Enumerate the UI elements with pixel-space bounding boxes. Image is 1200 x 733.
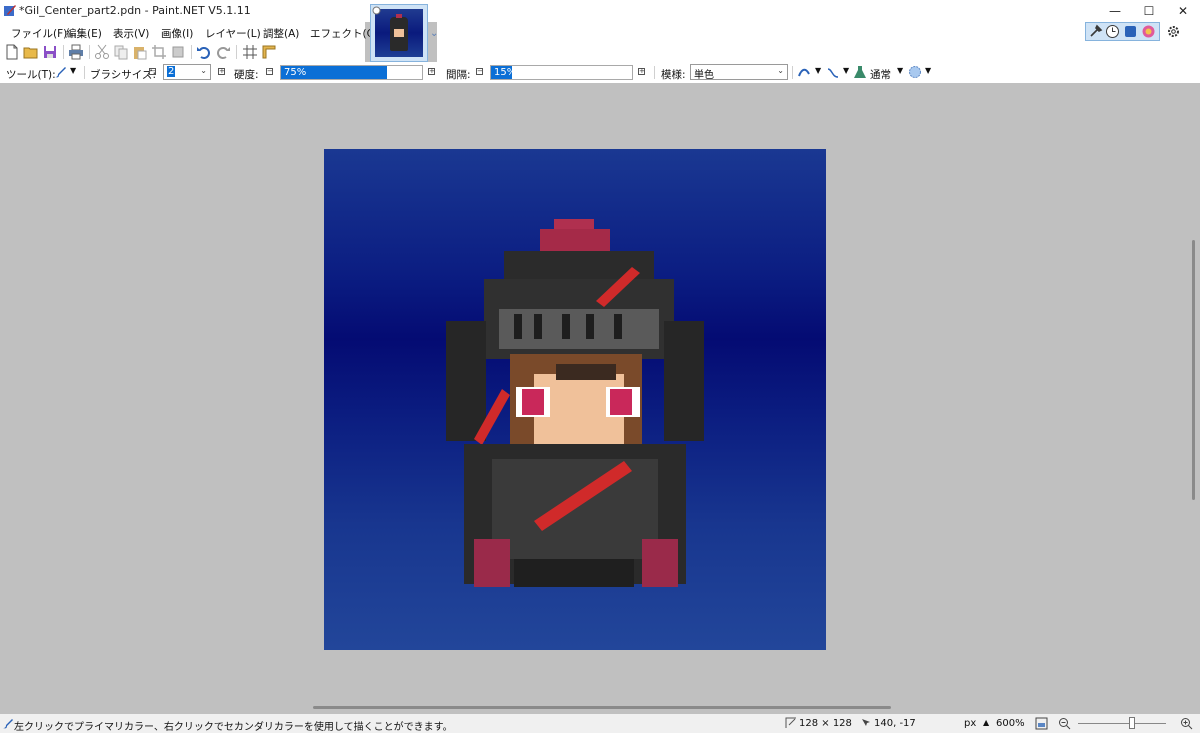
brush-size-combo[interactable]: 2 ⌄ [163,64,211,80]
paintbrush-icon[interactable] [53,65,67,79]
save-icon[interactable] [42,44,58,60]
image-tab-thumbnail[interactable] [370,4,428,62]
hardness-value: 75% [284,67,307,78]
colors-icon[interactable] [1141,24,1156,39]
pattern-combo[interactable]: 単色 ⌄ [690,64,788,81]
brush-size-decrease-icon[interactable]: − [149,68,156,75]
thumbnail-preview [375,9,423,57]
selection-clipping-icon[interactable] [908,65,922,79]
spacing-value: 15% [494,67,517,78]
pattern-value: 単色 [694,70,714,81]
antialiasing-dropdown-arrow-icon[interactable]: ▼ [815,66,821,75]
blend-mode-value[interactable]: 通常 [870,67,891,82]
new-file-icon[interactable] [4,44,20,60]
maximize-button[interactable]: ☐ [1132,0,1166,22]
brush-size-increase-icon[interactable]: + [218,68,225,75]
crop-icon[interactable] [151,44,167,60]
zoom-out-icon[interactable] [1058,717,1071,730]
antialiasing-icon[interactable] [797,65,811,79]
toolbar-separator [89,45,90,59]
zoom-slider-thumb[interactable] [1129,717,1135,729]
menu-edit[interactable]: 編集(E) [66,26,102,41]
grid-icon[interactable] [242,44,258,60]
blend-curve-icon[interactable] [826,65,840,79]
tools-icon[interactable] [1088,24,1103,39]
brush-size-label: ブラシサイズ: [90,69,157,81]
toolbar-separator [63,45,64,59]
image-size-icon [785,717,796,728]
zoom-slider-track[interactable] [1078,723,1166,724]
undo-icon[interactable] [196,44,212,60]
spacing-label: 間隔: [446,69,471,81]
minimize-icon: — [1109,4,1121,18]
ruler-icon[interactable] [261,44,277,60]
minimize-button[interactable]: — [1098,0,1132,22]
main-toolbar [0,42,365,62]
spacing-decrease-icon[interactable]: − [476,68,483,75]
cursor-position: 140, -17 [874,718,916,729]
blend-mode-icon[interactable] [853,65,867,79]
tool-options-bar: ツール(T): ▼ ブラシサイズ: − 2 ⌄ + 硬度: − 75% + 間隔… [0,62,1200,84]
chevron-down-icon: ⌄ [777,66,784,75]
close-button[interactable]: ✕ [1166,0,1200,22]
window-title: *Gil_Center_part2.pdn - Paint.NET V5.1.1… [19,4,251,17]
paste-icon[interactable] [132,44,148,60]
unsaved-indicator-icon [372,6,381,15]
settings-icon[interactable] [1166,24,1181,39]
hardness-label: 硬度: [234,69,259,81]
units-dropdown-icon[interactable]: ▲ [983,718,989,727]
menu-view[interactable]: 表示(V) [113,26,149,41]
title-bar: *Gil_Center_part2.pdn - Paint.NET V5.1.1… [0,0,1200,22]
status-bar: 左クリックでプライマリカラー、右クリックでセカンダリカラーを使用して描くことがで… [0,714,1200,733]
chevron-down-icon: ⌄ [200,66,207,75]
menu-image[interactable]: 画像(I) [161,26,193,41]
open-file-icon[interactable] [23,44,39,60]
toolbar-separator [191,45,192,59]
zoom-in-icon[interactable] [1180,717,1193,730]
paintbrush-status-icon [3,719,13,729]
status-hint: 左クリックでプライマリカラー、右クリックでセカンダリカラーを使用して描くことがで… [14,722,453,733]
hardness-increase-icon[interactable]: + [428,68,435,75]
menu-bar: ファイル(F) 編集(E) 表示(V) 画像(I) レイヤー(L) 調整(A) … [0,22,378,42]
options-separator [654,66,655,79]
cursor-position-icon [862,719,870,726]
resize-icon[interactable] [170,44,186,60]
tool-label: ツール(T): [6,69,56,81]
vertical-scrollbar[interactable] [1192,240,1195,500]
menu-adjustments[interactable]: 調整(A) [263,26,299,41]
toolbar-separator [236,45,237,59]
copy-icon[interactable] [113,44,129,60]
zoom-level[interactable]: 600% [996,718,1025,729]
spacing-increase-icon[interactable]: + [638,68,645,75]
menu-effects[interactable]: エフェクト(C) [310,26,378,41]
layers-icon[interactable] [1123,24,1138,39]
hardness-slider[interactable]: 75% [280,65,423,80]
menu-file[interactable]: ファイル(F) [11,26,67,41]
menu-layers[interactable]: レイヤー(L) [205,26,261,41]
brush-size-value: 2 [167,66,176,77]
print-icon[interactable] [68,44,84,60]
pattern-label: 模様: [661,69,686,81]
options-separator [84,66,85,79]
close-icon: ✕ [1177,4,1189,18]
options-separator [792,66,793,79]
image-size: 128 × 128 [799,718,852,729]
cut-icon[interactable] [94,44,110,60]
history-icon[interactable] [1105,24,1120,39]
spacing-slider[interactable]: 15% [490,65,633,80]
tool-dropdown-arrow-icon[interactable]: ▼ [70,66,76,75]
paintnet-app-icon [4,5,16,16]
pixel-art-knight-sprite [446,219,704,587]
horizontal-scrollbar[interactable] [313,706,891,709]
units-selector[interactable]: px [964,718,976,729]
blend-curve-dropdown-arrow-icon[interactable]: ▼ [843,66,849,75]
hardness-decrease-icon[interactable]: − [266,68,273,75]
maximize-icon: ☐ [1143,4,1155,18]
selection-clipping-dropdown-arrow-icon[interactable]: ▼ [925,66,931,75]
image-canvas[interactable] [324,149,826,650]
zoom-to-window-icon[interactable] [1035,717,1048,730]
blend-mode-dropdown-arrow-icon[interactable]: ▼ [897,66,903,75]
redo-icon[interactable] [215,44,231,60]
